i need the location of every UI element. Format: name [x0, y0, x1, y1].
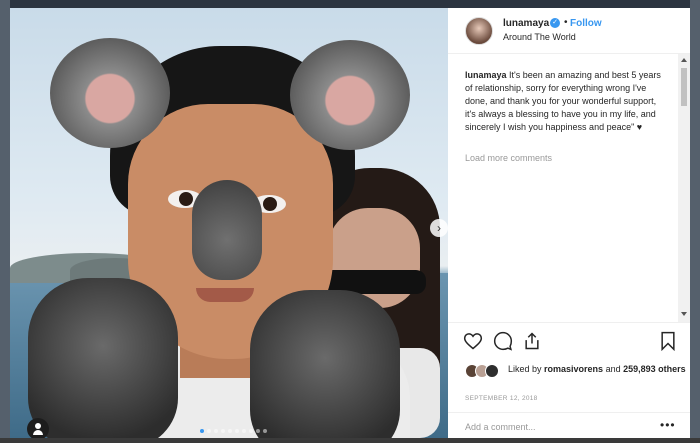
backdrop — [0, 0, 10, 443]
post-header: lunamaya ✓ • Follow Around The World — [448, 8, 690, 54]
scroll-up-icon[interactable] — [681, 58, 687, 62]
user-tag-button[interactable] — [27, 418, 49, 438]
next-slide-button[interactable]: › — [430, 219, 448, 237]
liked-user-link[interactable]: romasivorens — [544, 364, 603, 374]
caption-username[interactable]: lunamaya — [465, 70, 507, 80]
backdrop — [690, 0, 700, 443]
chevron-right-icon: › — [437, 221, 441, 235]
carousel-dot — [235, 429, 239, 433]
carousel-dot — [228, 429, 232, 433]
load-more-comments-button[interactable]: Load more comments — [465, 153, 552, 163]
follow-button[interactable]: Follow — [570, 18, 602, 29]
carousel-dot — [214, 429, 218, 433]
liked-joiner: and — [603, 364, 624, 374]
carousel-dot — [207, 429, 211, 433]
location-link[interactable]: Around The World — [503, 32, 576, 42]
comment-input[interactable] — [465, 419, 645, 435]
likes-summary: Liked by romasivorens and 259,893 others — [508, 363, 688, 375]
koala-ear-filter — [50, 38, 170, 148]
post-actions: Liked by romasivorens and 259,893 others… — [448, 322, 690, 438]
avatar[interactable] — [465, 17, 493, 45]
koala-nose-filter — [192, 180, 262, 280]
liked-by-avatars — [465, 364, 505, 378]
post-photo[interactable]: › — [10, 8, 448, 438]
post-date: SEPTEMBER 12, 2018 — [465, 395, 538, 402]
koala-paw-filter — [28, 278, 178, 438]
more-options-button[interactable]: ••• — [660, 418, 676, 432]
koala-paw-filter — [250, 290, 400, 438]
separator: • — [564, 17, 568, 28]
carousel-dot — [242, 429, 246, 433]
share-icon[interactable] — [522, 331, 542, 351]
carousel-dot — [263, 429, 267, 433]
carousel-dot — [200, 429, 204, 433]
scrollbar[interactable] — [678, 54, 690, 322]
comment-icon[interactable] — [493, 331, 513, 351]
carousel-dot — [256, 429, 260, 433]
heart-icon[interactable] — [463, 331, 483, 351]
carousel-dot — [221, 429, 225, 433]
comment-form: ••• — [448, 412, 690, 439]
bookmark-icon[interactable] — [658, 331, 678, 352]
post-sidebar: lunamaya ✓ • Follow Around The World lun… — [448, 8, 690, 438]
mouth — [196, 288, 254, 302]
scrollbar-thumb[interactable] — [681, 68, 687, 106]
username-link[interactable]: lunamaya — [503, 18, 549, 29]
liked-prefix: Liked by — [508, 364, 545, 374]
verified-icon: ✓ — [550, 18, 560, 28]
koala-ear-filter — [290, 40, 410, 150]
likes-count-link[interactable]: 259,893 others — [623, 364, 686, 374]
carousel-dot — [249, 429, 253, 433]
carousel-indicator — [200, 429, 267, 433]
caption: lunamaya It's been an amazing and best 5… — [465, 69, 665, 134]
scroll-down-icon[interactable] — [681, 312, 687, 316]
